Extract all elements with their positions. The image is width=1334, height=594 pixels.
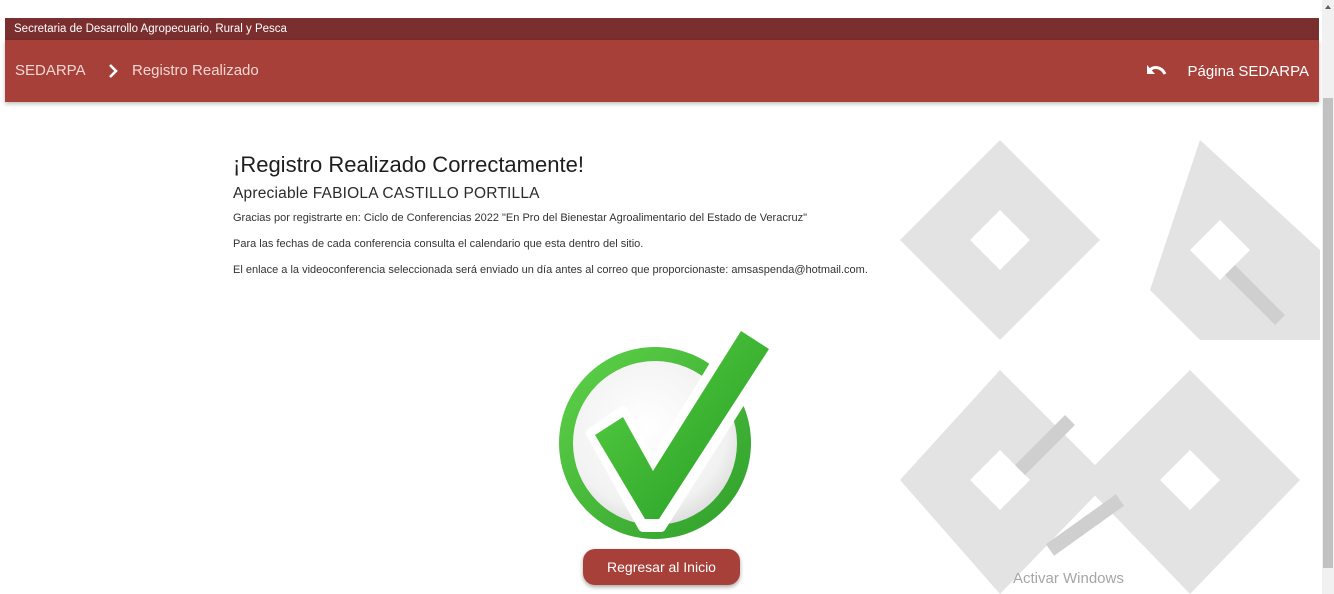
confirmation-content: ¡Registro Realizado Correctamente! Aprec…	[233, 150, 1013, 289]
agency-name: Secretaria de Desarrollo Agropecuario, R…	[14, 23, 287, 35]
scrollbar-thumb[interactable]	[1323, 98, 1333, 568]
back-to-home-button[interactable]: Regresar al Inicio	[583, 549, 740, 585]
undo-icon	[1146, 65, 1166, 75]
sedarpa-page-link[interactable]: Página SEDARPA	[1146, 40, 1309, 102]
chevron-right-icon	[109, 64, 118, 78]
registration-text: Gracias por registrarte en: Ciclo de Con…	[233, 212, 808, 224]
top-white-strip	[0, 0, 1322, 18]
scrollbar[interactable]	[1322, 0, 1334, 594]
breadcrumb-home[interactable]: SEDARPA	[15, 40, 86, 102]
navbar: SEDARPA Registro Realizado Página SEDARP…	[5, 40, 1319, 102]
sedarpa-page-label: Página SEDARPA	[1187, 62, 1309, 80]
email-text: El enlace a la videoconferencia seleccio…	[233, 264, 868, 276]
page-title: ¡Registro Realizado Correctamente!	[233, 152, 584, 177]
checkmark-icon	[559, 320, 779, 539]
scroll-up-arrow-icon[interactable]	[1322, 0, 1334, 14]
windows-activation-watermark: Activar Windows	[1013, 570, 1124, 587]
greeting: Apreciable FABIOLA CASTILLO PORTILLA	[233, 185, 540, 202]
breadcrumb-current: Registro Realizado	[132, 62, 259, 79]
agency-bar: Secretaria de Desarrollo Agropecuario, R…	[5, 18, 1319, 40]
calendar-text: Para las fechas de cada conferencia cons…	[233, 238, 644, 250]
